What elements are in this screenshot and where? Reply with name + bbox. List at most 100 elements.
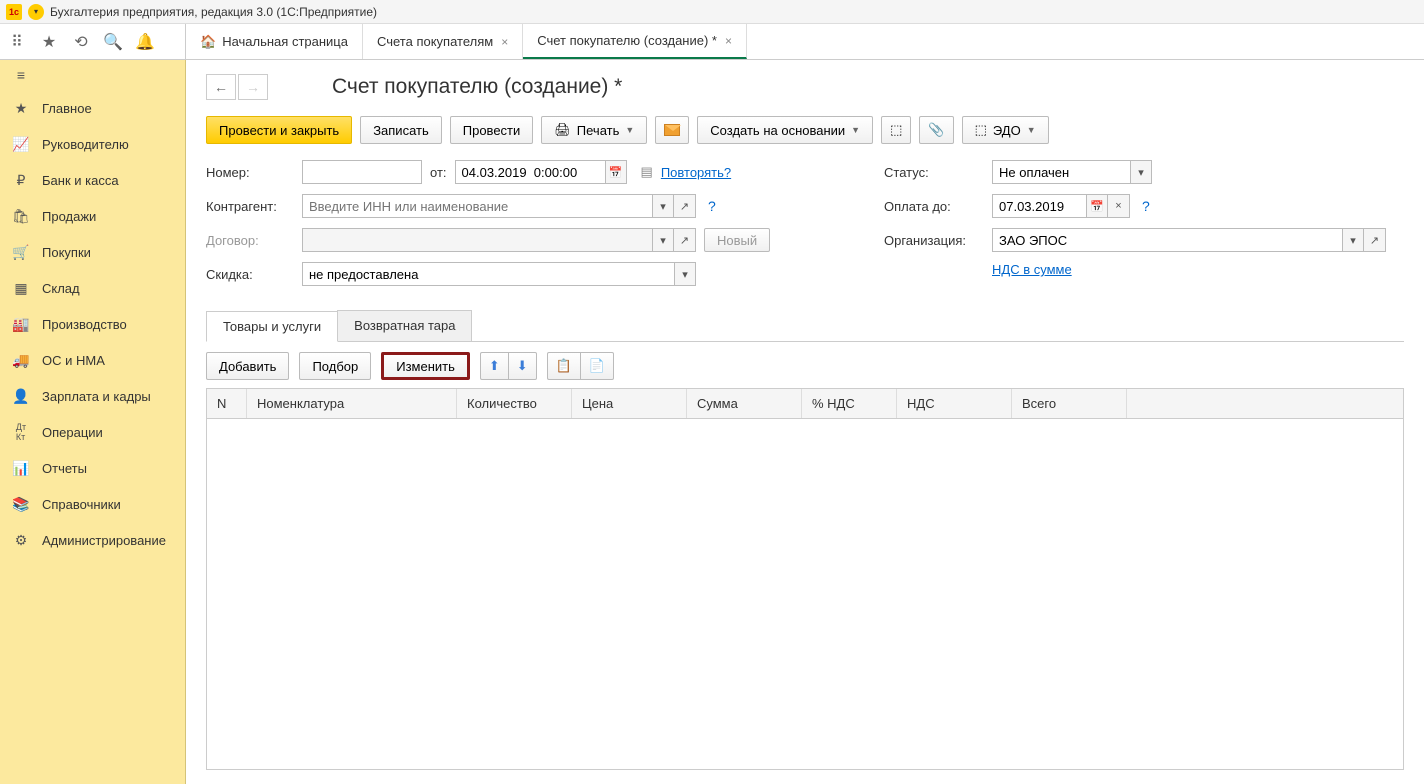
structure-button[interactable]: ⬚ bbox=[881, 116, 911, 144]
date-input[interactable] bbox=[455, 160, 605, 184]
apps-icon[interactable]: ⠿ bbox=[8, 33, 26, 51]
select-button[interactable]: Подбор bbox=[299, 352, 371, 380]
vat-link[interactable]: НДС в сумме bbox=[992, 262, 1072, 277]
discount-input[interactable] bbox=[302, 262, 674, 286]
star-icon[interactable]: ★ bbox=[40, 33, 58, 51]
col-total[interactable]: Всего bbox=[1012, 389, 1127, 418]
col-price[interactable]: Цена bbox=[572, 389, 687, 418]
move-up-button[interactable]: ⬆ bbox=[480, 352, 508, 380]
bars-icon: 📊 bbox=[12, 459, 30, 477]
dropdown-icon[interactable]: ▾ bbox=[652, 228, 674, 252]
home-icon: 🏠 bbox=[200, 34, 216, 50]
post-and-close-button[interactable]: Провести и закрыть bbox=[206, 116, 352, 144]
org-label: Организация: bbox=[884, 233, 984, 248]
app-menu-icon[interactable]: ▾ bbox=[28, 4, 44, 20]
sidebar-item-production[interactable]: 🏭 Производство bbox=[0, 306, 185, 342]
dropdown-icon[interactable]: ▾ bbox=[1342, 228, 1364, 252]
table-header: N Номенклатура Количество Цена Сумма % Н… bbox=[207, 389, 1403, 419]
sidebar-toggle[interactable]: ≡ bbox=[0, 60, 185, 90]
search-icon[interactable]: 🔍 bbox=[104, 33, 122, 51]
content: ← → Счет покупателю (создание) * Провест… bbox=[186, 60, 1424, 784]
sidebar-item-manager[interactable]: 📈 Руководителю bbox=[0, 126, 185, 162]
contract-input-group: ▾ ↗ bbox=[302, 228, 696, 252]
col-qty[interactable]: Количество bbox=[457, 389, 572, 418]
save-button[interactable]: Записать bbox=[360, 116, 442, 144]
create-based-button[interactable]: Создать на основании ▼ bbox=[697, 116, 873, 144]
history-icon[interactable]: ⟲ bbox=[72, 33, 90, 51]
bell-icon[interactable]: 🔔 bbox=[136, 33, 154, 51]
tab-invoice-create[interactable]: Счет покупателю (создание) * × bbox=[523, 24, 747, 59]
open-icon[interactable]: ↗ bbox=[1364, 228, 1386, 252]
help-icon[interactable]: ? bbox=[1142, 198, 1150, 214]
sidebar-item-reports[interactable]: 📊 Отчеты bbox=[0, 450, 185, 486]
paste-icon: 📄 bbox=[589, 358, 605, 374]
cart-icon: 🛒 bbox=[12, 243, 30, 261]
tab-home[interactable]: 🏠 Начальная страница bbox=[186, 24, 363, 59]
col-sum[interactable]: Сумма bbox=[687, 389, 802, 418]
dropdown-icon[interactable]: ▾ bbox=[652, 194, 674, 218]
new-contract-button[interactable]: Новый bbox=[704, 228, 770, 252]
org-input[interactable] bbox=[992, 228, 1342, 252]
bag-icon: 🛍 bbox=[12, 207, 30, 225]
tab-invoices[interactable]: Счета покупателям × bbox=[363, 24, 523, 59]
sidebar-item-operations[interactable]: ДтКт Операции bbox=[0, 414, 185, 450]
table-toolbar: Добавить Подбор Изменить ⬆ ⬇ 📋 📄 bbox=[206, 352, 1404, 380]
status-input[interactable] bbox=[992, 160, 1130, 184]
subtab-returnable[interactable]: Возвратная тара bbox=[337, 310, 472, 341]
col-vat[interactable]: НДС bbox=[897, 389, 1012, 418]
sidebar-item-label: Руководителю bbox=[42, 137, 129, 152]
copy-button[interactable]: 📋 bbox=[547, 352, 580, 380]
col-vat-pct[interactable]: % НДС bbox=[802, 389, 897, 418]
dropdown-icon[interactable]: ▾ bbox=[1130, 160, 1152, 184]
dropdown-icon[interactable]: ▾ bbox=[674, 262, 696, 286]
contractor-input[interactable] bbox=[302, 194, 652, 218]
calendar-icon[interactable]: 📅 bbox=[605, 160, 627, 184]
paste-button[interactable]: 📄 bbox=[580, 352, 614, 380]
sidebar-item-warehouse[interactable]: ▦ Склад bbox=[0, 270, 185, 306]
sidebar-item-main[interactable]: ★ Главное bbox=[0, 90, 185, 126]
open-icon[interactable]: ↗ bbox=[674, 228, 696, 252]
repeat-link[interactable]: Повторять? bbox=[661, 165, 731, 180]
contract-input bbox=[302, 228, 652, 252]
table-body[interactable] bbox=[207, 419, 1403, 769]
toolbar-row: ⠿ ★ ⟲ 🔍 🔔 🏠 Начальная страница Счета пок… bbox=[0, 24, 1424, 60]
sidebar-item-sales[interactable]: 🛍 Продажи bbox=[0, 198, 185, 234]
form-col-right: Статус: ▾ Оплата до: 📅 × ? bbox=[884, 160, 1404, 296]
back-button[interactable]: ← bbox=[206, 74, 236, 100]
row-contract: Договор: ▾ ↗ Новый bbox=[206, 228, 844, 252]
change-button[interactable]: Изменить bbox=[381, 352, 470, 380]
clear-icon[interactable]: × bbox=[1108, 194, 1130, 218]
sidebar-item-hr[interactable]: 👤 Зарплата и кадры bbox=[0, 378, 185, 414]
close-icon[interactable]: × bbox=[725, 34, 732, 48]
edo-button[interactable]: ⬚ ЭДО ▼ bbox=[962, 116, 1049, 144]
close-icon[interactable]: × bbox=[501, 35, 508, 49]
calendar-icon[interactable]: 📅 bbox=[1086, 194, 1108, 218]
form-area: Номер: от: 📅 ▤ Повторять? Контрагент: ▾ bbox=[206, 160, 1404, 296]
col-empty bbox=[1127, 389, 1403, 418]
edo-label: ЭДО bbox=[993, 123, 1021, 138]
number-input[interactable] bbox=[302, 160, 422, 184]
subtab-goods[interactable]: Товары и услуги bbox=[206, 311, 338, 342]
copy-icon: 📋 bbox=[556, 358, 572, 374]
sidebar-item-assets[interactable]: 🚚 ОС и НМА bbox=[0, 342, 185, 378]
document-icon[interactable]: ▤ bbox=[641, 164, 653, 180]
sidebar-item-catalogs[interactable]: 📚 Справочники bbox=[0, 486, 185, 522]
chevron-down-icon: ▼ bbox=[1027, 125, 1036, 135]
forward-button[interactable]: → bbox=[238, 74, 268, 100]
email-button[interactable] bbox=[655, 116, 689, 144]
open-icon[interactable]: ↗ bbox=[674, 194, 696, 218]
help-icon[interactable]: ? bbox=[708, 198, 716, 214]
titlebar: 1c ▾ Бухгалтерия предприятия, редакция 3… bbox=[0, 0, 1424, 24]
col-nomenclature[interactable]: Номенклатура bbox=[247, 389, 457, 418]
move-down-button[interactable]: ⬇ bbox=[508, 352, 537, 380]
print-button[interactable]: 🖨 Печать ▼ bbox=[541, 116, 647, 144]
payuntil-input[interactable] bbox=[992, 194, 1086, 218]
attach-button[interactable]: 📎 bbox=[919, 116, 953, 144]
add-button[interactable]: Добавить bbox=[206, 352, 289, 380]
sidebar-item-bank[interactable]: ₽ Банк и касса bbox=[0, 162, 185, 198]
sidebar-item-purchases[interactable]: 🛒 Покупки bbox=[0, 234, 185, 270]
sidebar-item-admin[interactable]: ⚙ Администрирование bbox=[0, 522, 185, 558]
envelope-icon bbox=[664, 124, 680, 136]
col-n[interactable]: N bbox=[207, 389, 247, 418]
post-button[interactable]: Провести bbox=[450, 116, 534, 144]
